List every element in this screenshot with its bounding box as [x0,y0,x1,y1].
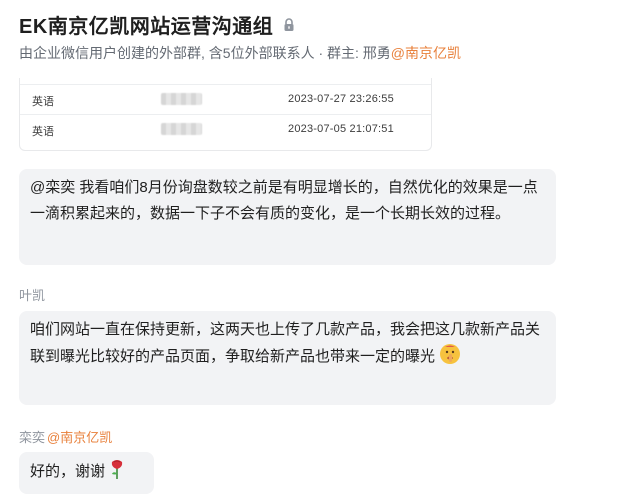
sender-name: 栾奕 [19,430,46,445]
message-bubble[interactable]: 好的，谢谢 [19,452,154,494]
sender-org: @南京亿凯 [47,430,113,445]
lock-icon [283,17,295,32]
title-row: EK南京亿凯网站运营沟通组 [19,10,295,39]
table-cell-language: 英语 [32,96,54,108]
table-cell-blurred [161,93,202,105]
shushing-face-emoji [439,343,461,365]
table-row: 英语 2023-07-27 23:26:55 [20,85,431,115]
rose-emoji [109,458,125,480]
table-row: 英语 2023-07-05 21:07:51 [20,115,431,144]
subtitle-text: 由企业微信用户创建的外部群, 含5位外部联系人 · 群主: 邢勇 [19,45,391,61]
sender-name: 叶凯 [19,288,46,303]
message-sender[interactable]: 叶凯 [19,285,45,304]
message-sender[interactable]: 栾奕 @南京亿凯 [19,427,112,446]
chat-header: EK南京亿凯网站运营沟通组 由企业微信用户创建的外部群, 含5位外部联系人 · … [0,0,625,72]
table-cell-language: 英语 [32,126,54,138]
message-text: 好的，谢谢 [30,463,106,480]
message-text: @栾奕 我看咱们8月份询盘数较之前是有明显增长的，自然优化的效果是一点一滴积累起… [30,179,538,222]
group-subtitle: 由企业微信用户创建的外部群, 含5位外部联系人 · 群主: 邢勇@南京亿凯 [19,43,461,63]
message-bubble[interactable]: 咱们网站一直在保持更新，这两天也上传了几款产品，我会把这几款新产品关联到曝光比较… [19,311,556,405]
table-cell-time: 2023-07-27 23:26:55 [288,93,394,105]
message-text: 咱们网站一直在保持更新，这两天也上传了几款产品，我会把这几款新产品关联到曝光比较… [30,321,541,365]
owner-org-tag[interactable]: @南京亿凯 [391,45,461,61]
table-cell-blurred [161,123,202,135]
shared-table-card[interactable]: 英语 2023-07-27 23:26:55 英语 2023-07-05 21:… [19,78,432,151]
group-title[interactable]: EK南京亿凯网站运营沟通组 [19,10,273,39]
message-bubble[interactable]: @栾奕 我看咱们8月份询盘数较之前是有明显增长的，自然优化的效果是一点一滴积累起… [19,169,556,265]
table-cell-time: 2023-07-05 21:07:51 [288,123,394,135]
